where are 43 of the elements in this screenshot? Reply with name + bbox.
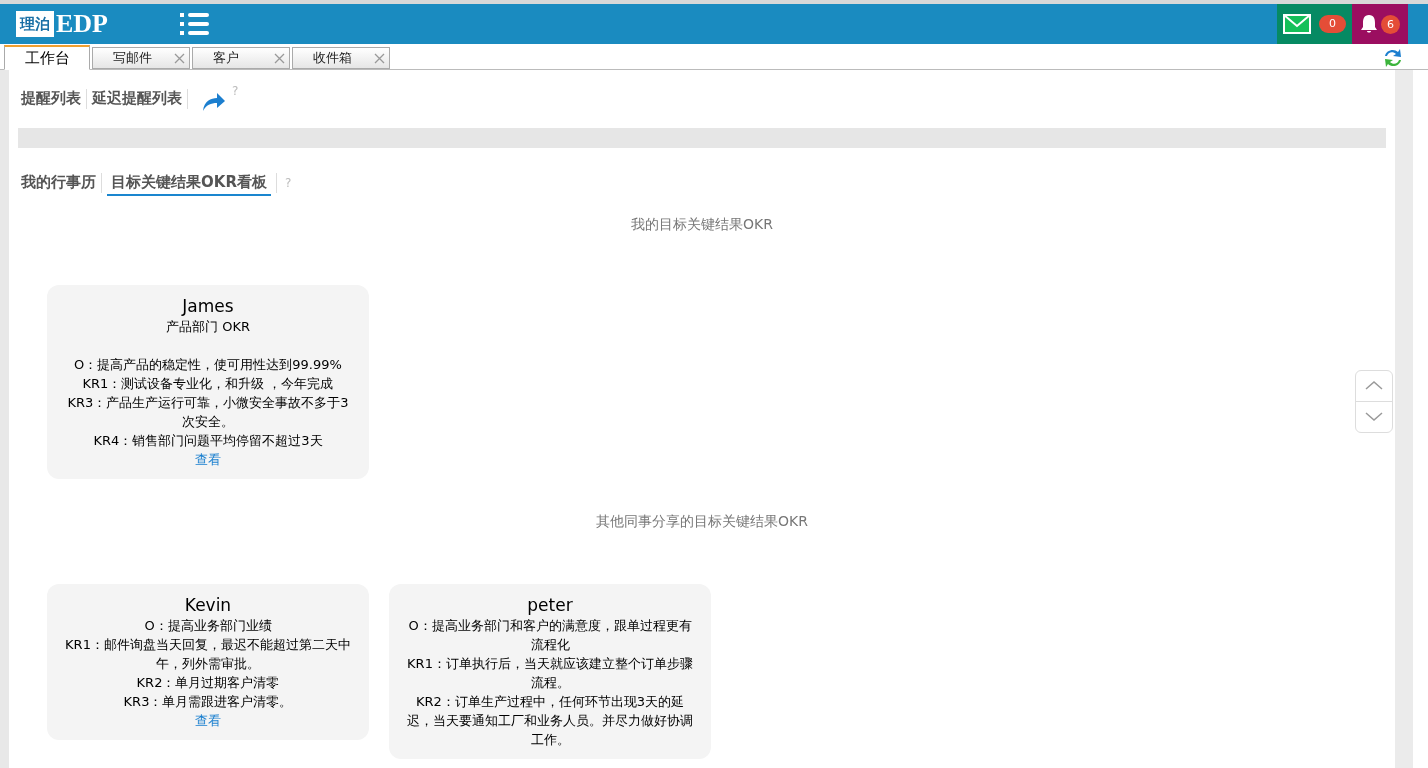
chevron-down-icon xyxy=(1365,412,1383,422)
bell-icon xyxy=(1360,14,1378,34)
scrollbar-track[interactable] xyxy=(1395,70,1413,768)
logo-text: EDP xyxy=(56,9,108,39)
okr-line: KR3：产品生产运行可靠，小微安全事故不多于3次安全。 xyxy=(66,394,350,431)
logo-text: 理泊 xyxy=(16,11,54,37)
nav-link[interactable]: 延迟提醒列表 xyxy=(92,86,182,112)
okr-line: KR1：订单执行后，当天就应该建立整个订单步骤流程。 xyxy=(406,655,694,692)
mail-count-badge: 0 xyxy=(1319,15,1346,33)
okr-line: O：提高业务部门和客户的满意度，跟单过程更有流程化 xyxy=(407,617,693,654)
okr-line: KR2：单月过期客户清零 xyxy=(135,674,281,692)
close-icon[interactable] xyxy=(274,52,285,64)
nav-link[interactable]: 我的行事历 xyxy=(21,170,96,196)
chevron-up-icon xyxy=(1365,381,1383,391)
okr-line: KR4：销售部门问题平均停留不超过3天 xyxy=(92,432,324,450)
okr-line: KR1：邮件询盘当天回复，最迟不能超过第二天中午，列外需审批。 xyxy=(64,636,352,673)
close-icon[interactable] xyxy=(374,52,385,64)
close-icon[interactable] xyxy=(174,52,185,64)
okr-line: KR3：单月需跟进客户清零。 xyxy=(122,693,294,711)
notification-count-badge: 6 xyxy=(1381,14,1400,34)
mail-icon xyxy=(1283,14,1311,34)
menu-icon[interactable] xyxy=(180,12,210,36)
tab[interactable]: 工作台 xyxy=(4,45,90,70)
okr-line: O：提高产品的稳定性，使可用性达到99.99% xyxy=(73,356,343,374)
view-link[interactable]: 查看 xyxy=(195,711,221,730)
tab[interactable]: 收件箱 xyxy=(292,47,390,69)
tab[interactable]: 写邮件 xyxy=(92,47,190,69)
tab[interactable]: 客户 xyxy=(192,47,290,69)
person-name: James xyxy=(182,295,234,317)
share-arrow-icon[interactable] xyxy=(202,92,226,112)
mail-button[interactable]: 0 xyxy=(1277,4,1352,44)
nav-link[interactable]: 目标关键结果OKR看板 xyxy=(107,170,271,196)
section-title: 我的目标关键结果OKR xyxy=(630,215,774,234)
okr-line: KR2：订单生产过程中，任何环节出现3天的延迟，当天要通知工厂和业务人员。并尽力做好协调工作。 xyxy=(406,693,694,749)
person-name: peter xyxy=(527,594,573,616)
person-name: Kevin xyxy=(184,594,232,616)
okr-line: KR1：测试设备专业化，和升级 ，今年完成 xyxy=(81,375,335,393)
nav-link[interactable]: 提醒列表 xyxy=(21,86,81,112)
okr-line: O：提高业务部门业绩 xyxy=(143,617,273,635)
section-title: 其他同事分享的目标关键结果OKR xyxy=(595,512,809,531)
notification-button[interactable]: 6 xyxy=(1352,4,1408,44)
view-link[interactable]: 查看 xyxy=(195,450,221,469)
okr-subtitle: 产品部门 OKR xyxy=(166,318,250,336)
